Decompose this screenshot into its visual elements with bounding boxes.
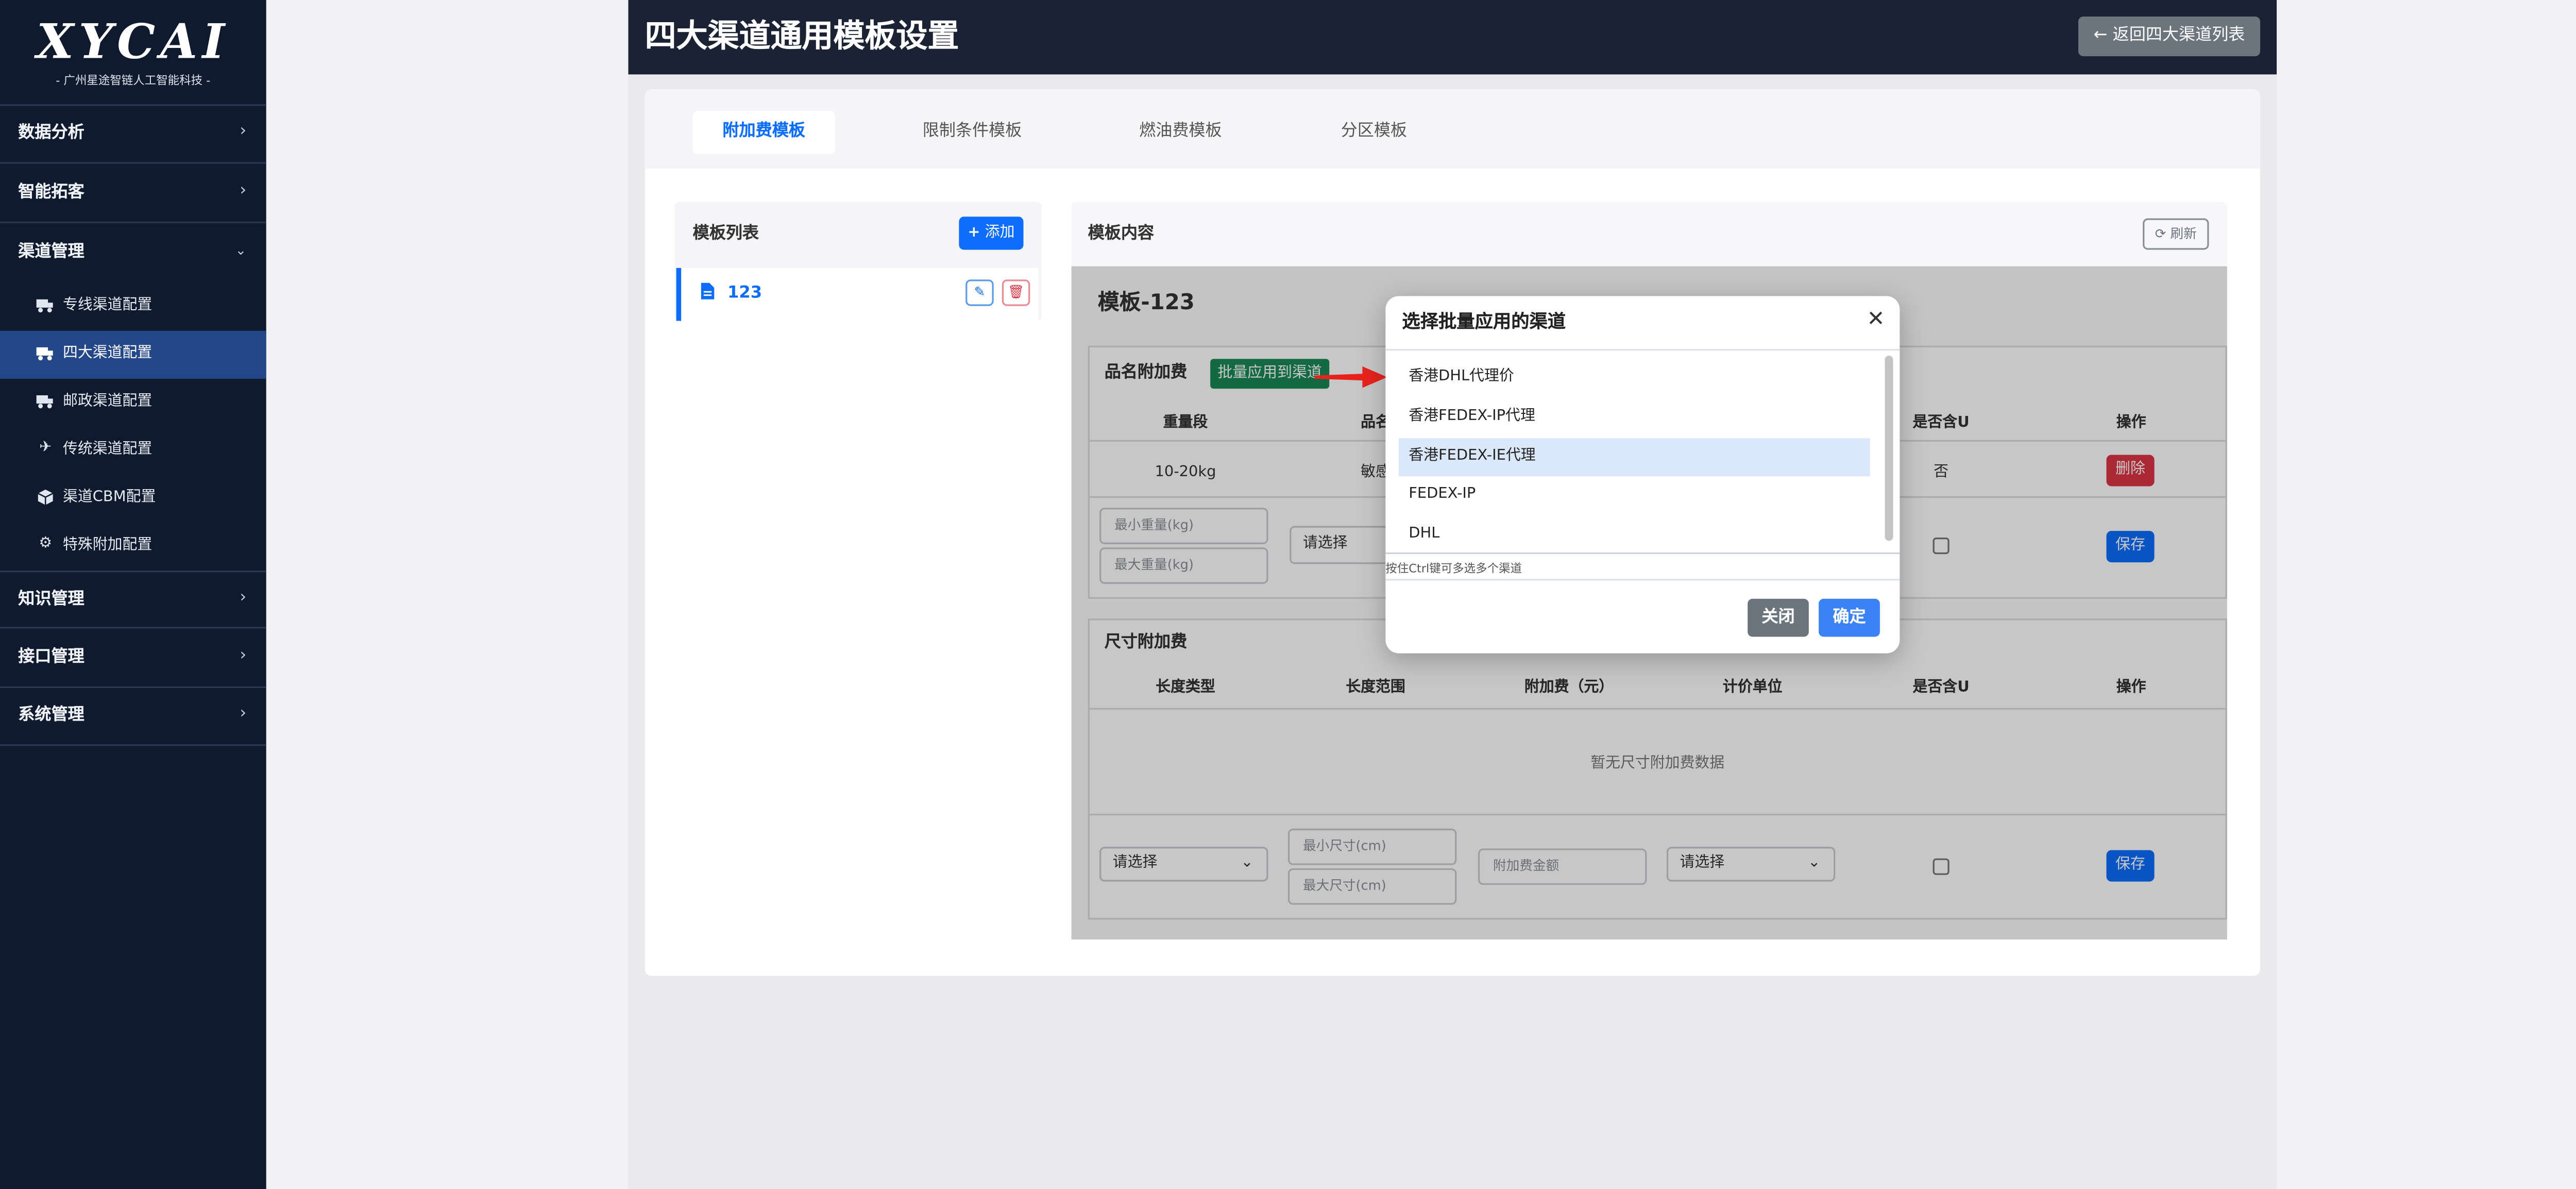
sub-item-dedicated-line[interactable]: 专线渠道配置 (0, 283, 266, 331)
refresh-button[interactable]: ⟳ 刷新 (2143, 218, 2209, 250)
nav-item-smart-prospecting[interactable]: 智能拓客 › (0, 165, 266, 224)
back-button-label: 返回四大渠道列表 (2112, 26, 2245, 45)
chevron-right-icon: › (240, 182, 247, 200)
tab-surcharge-template[interactable]: 附加费模板 (692, 111, 835, 154)
file-icon (701, 282, 715, 306)
sub-item-label: 渠道CBM配置 (62, 489, 156, 507)
batch-apply-modal: 选择批量应用的渠道 ✕ 香港DHL代理价 香港FEDEX-IP代理 香港FEDE… (1385, 296, 1900, 654)
nav-label: 渠道管理 (18, 243, 84, 262)
sub-item-postal[interactable]: 邮政渠道配置 (0, 379, 266, 427)
scrollbar[interactable] (1885, 355, 1893, 541)
close-button[interactable]: 关闭 (1748, 598, 1809, 637)
divider (1385, 579, 1900, 581)
back-to-list-button[interactable]: ← 返回四大渠道列表 (2078, 16, 2260, 57)
nav-label: 接口管理 (18, 648, 84, 667)
refresh-icon: ⟳ (2155, 226, 2166, 242)
tab-fuel-template[interactable]: 燃油费模板 (1109, 111, 1251, 154)
template-list-panel: 模板列表 + 添加 123 ✎ 🗑 (674, 202, 1042, 321)
sub-item-label: 四大渠道配置 (62, 345, 152, 362)
chevron-right-icon: › (240, 646, 247, 665)
gear-icon: ⚙ (39, 535, 53, 552)
logo: XYCAI - 广州星途智链人工智能科技 - (0, 0, 266, 106)
channel-option[interactable]: 香港DHL代理价 (1399, 359, 1870, 397)
sub-item-traditional[interactable]: ✈ 传统渠道配置 (0, 427, 266, 475)
close-icon[interactable]: ✕ (1867, 308, 1885, 334)
chevron-right-icon: › (240, 589, 247, 607)
box-icon (37, 488, 55, 506)
trash-icon[interactable]: 🗑 (1002, 279, 1030, 306)
annotation-arrow (1314, 366, 1387, 388)
plus-icon: + (968, 225, 980, 242)
sub-item-label: 传统渠道配置 (62, 441, 152, 458)
truck-icon (36, 392, 55, 410)
sub-item-label: 邮政渠道配置 (62, 393, 152, 410)
nav-item-knowledge[interactable]: 知识管理 › (0, 571, 266, 629)
logo-subtitle: - 广州星途智链人工智能科技 - (56, 74, 211, 88)
nav-item-system[interactable]: 系统管理 › (0, 688, 266, 746)
confirm-button[interactable]: 确定 (1819, 598, 1880, 637)
nav-item-channel-management[interactable]: 渠道管理 ⌄ (0, 225, 266, 282)
page-header: 四大渠道通用模板设置 ← 返回四大渠道列表 (628, 0, 2277, 75)
channel-option[interactable]: 香港FEDEX-IP代理 (1399, 398, 1870, 437)
sidebar: XYCAI - 广州星途智链人工智能科技 - 数据分析 › 智能拓客 › 渠道管… (0, 0, 266, 1189)
arrow-left-icon: ← (2093, 26, 2108, 45)
refresh-label: 刷新 (2170, 226, 2197, 242)
multi-select-hint: 按住Ctrl键可多选多个渠道 (1385, 562, 1522, 576)
nav-item-api[interactable]: 接口管理 › (0, 630, 266, 689)
plane-icon: ✈ (39, 440, 52, 457)
template-list-item[interactable]: 123 ✎ 🗑 (676, 267, 1039, 321)
template-content-title: 模板内容 (1088, 225, 1155, 243)
page-title: 四大渠道通用模板设置 (645, 18, 959, 55)
sub-item-label: 特殊附加配置 (62, 537, 152, 555)
nav-label: 系统管理 (18, 706, 84, 725)
sub-item-cbm[interactable]: 渠道CBM配置 (0, 475, 266, 523)
add-template-button[interactable]: + 添加 (959, 216, 1024, 250)
sub-item-label: 专线渠道配置 (62, 297, 152, 314)
chevron-right-icon: › (240, 122, 247, 141)
modal-title: 选择批量应用的渠道 (1402, 311, 1566, 333)
truck-fast-icon (36, 344, 55, 362)
tab-restriction-template[interactable]: 限制条件模板 (901, 111, 1043, 154)
truck-icon (36, 296, 55, 314)
template-item-name: 123 (727, 284, 762, 303)
channel-option[interactable]: FEDEX-IP (1399, 476, 1870, 514)
add-button-label: 添加 (985, 225, 1015, 242)
sub-item-special-surcharge[interactable]: ⚙ 特殊附加配置 (0, 523, 266, 571)
nav-item-data-analysis[interactable]: 数据分析 › (0, 106, 266, 164)
chevron-down-icon: ⌄ (235, 243, 247, 258)
sub-item-four-channels[interactable]: 四大渠道配置 (0, 330, 266, 379)
logo-text: XYCAI (36, 13, 230, 70)
channel-option[interactable]: DHL (1399, 516, 1870, 554)
tab-bar: 附加费模板 限制条件模板 燃油费模板 分区模板 (645, 89, 2260, 169)
tab-zone-template[interactable]: 分区模板 (1303, 111, 1445, 154)
nav-label: 智能拓客 (18, 183, 84, 202)
edit-icon[interactable]: ✎ (965, 279, 994, 306)
nav-label: 知识管理 (18, 590, 84, 609)
nav-label: 数据分析 (18, 124, 84, 142)
channel-option-selected[interactable]: 香港FEDEX-IE代理 (1398, 438, 1870, 477)
template-list-title: 模板列表 (692, 225, 759, 243)
chevron-right-icon: › (240, 705, 247, 723)
channel-listbox[interactable]: 香港DHL代理价 香港FEDEX-IP代理 香港FEDEX-IE代理 FEDEX… (1385, 350, 1900, 555)
